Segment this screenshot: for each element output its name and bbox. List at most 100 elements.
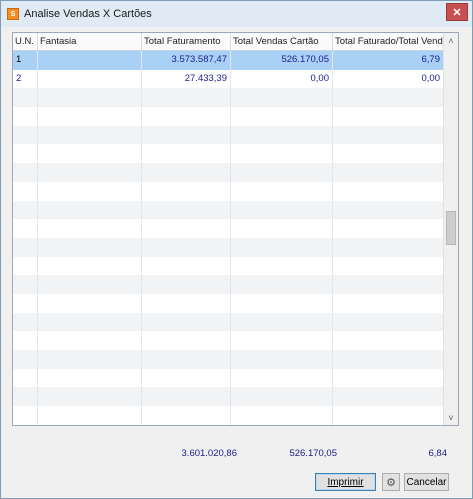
- empty-row: [13, 200, 444, 220]
- empty-row: [13, 368, 444, 388]
- cell-fantasia[interactable]: [38, 51, 142, 70]
- empty-cell: [38, 107, 142, 126]
- settings-button[interactable]: ⚙: [382, 473, 400, 491]
- empty-cell: [231, 256, 333, 276]
- empty-row: [13, 88, 444, 108]
- empty-cell: [13, 275, 38, 294]
- column-header-total-vendas-cartao[interactable]: Total Vendas Cartão: [231, 33, 333, 51]
- empty-cell: [38, 88, 142, 108]
- empty-cell: [142, 387, 231, 407]
- empty-cell: [13, 144, 38, 164]
- empty-row: [13, 107, 444, 126]
- empty-cell: [13, 219, 38, 238]
- table-row[interactable]: 1 3.573.587,47 526.170,05 6,79: [13, 51, 444, 70]
- empty-cell: [231, 88, 333, 108]
- cell-un[interactable]: 1: [13, 51, 38, 70]
- empty-cell: [231, 293, 333, 313]
- column-header-total-faturamento[interactable]: Total Faturamento: [142, 33, 231, 51]
- grid-body: 1 3.573.587,47 526.170,05 6,79 2 27.433,…: [13, 51, 444, 425]
- empty-cell: [142, 293, 231, 313]
- column-header-ratio[interactable]: Total Faturado/Total Vendas: [333, 33, 444, 51]
- cell-un[interactable]: 2: [13, 69, 38, 89]
- empty-cell: [333, 88, 444, 108]
- empty-cell: [231, 312, 333, 332]
- empty-cell: [333, 200, 444, 220]
- empty-cell: [142, 88, 231, 108]
- empty-cell: [13, 200, 38, 220]
- empty-cell: [333, 275, 444, 294]
- vertical-scrollbar[interactable]: ˄ ˅: [443, 33, 458, 425]
- empty-cell: [38, 219, 142, 238]
- empty-row: [13, 163, 444, 182]
- sales-grid: U.N. Fantasia Total Faturamento Total Ve…: [12, 32, 459, 426]
- empty-cell: [231, 144, 333, 164]
- empty-row: [13, 387, 444, 407]
- print-button[interactable]: Imprimir: [315, 473, 376, 491]
- empty-cell: [38, 125, 142, 145]
- empty-cell: [13, 237, 38, 257]
- empty-cell: [38, 275, 142, 294]
- empty-cell: [142, 163, 231, 182]
- empty-cell: [38, 163, 142, 182]
- empty-row: [13, 181, 444, 201]
- empty-cell: [13, 293, 38, 313]
- empty-cell: [13, 406, 38, 425]
- empty-cell: [333, 219, 444, 238]
- scroll-thumb[interactable]: [446, 211, 456, 245]
- empty-cell: [333, 368, 444, 388]
- empty-cell: [142, 368, 231, 388]
- empty-cell: [38, 293, 142, 313]
- empty-cell: [333, 331, 444, 350]
- empty-cell: [333, 125, 444, 145]
- gear-icon: ⚙: [386, 476, 396, 489]
- cancel-button[interactable]: Cancelar: [404, 473, 449, 491]
- cell-total-faturamento[interactable]: 3.573.587,47: [142, 51, 231, 70]
- table-row[interactable]: 2 27.433,39 0,00 0,00: [13, 69, 444, 89]
- empty-cell: [13, 107, 38, 126]
- empty-cell: [333, 163, 444, 182]
- empty-cell: [13, 350, 38, 369]
- cell-ratio[interactable]: 6,79: [333, 51, 444, 70]
- column-header-fantasia[interactable]: Fantasia: [38, 33, 142, 51]
- app-logo-icon: S: [7, 8, 19, 20]
- empty-cell: [333, 312, 444, 332]
- cell-fantasia[interactable]: [38, 69, 142, 89]
- empty-cell: [38, 368, 142, 388]
- empty-row: [13, 406, 444, 425]
- empty-row: [13, 125, 444, 145]
- empty-cell: [13, 163, 38, 182]
- empty-row: [13, 312, 444, 332]
- empty-cell: [231, 368, 333, 388]
- empty-cell: [142, 181, 231, 201]
- empty-cell: [231, 125, 333, 145]
- total-faturamento: 3.601.020,86: [181, 448, 237, 459]
- empty-cell: [231, 331, 333, 350]
- cell-total-vendas-cartao[interactable]: 0,00: [231, 69, 333, 89]
- cell-ratio[interactable]: 0,00: [333, 69, 444, 89]
- empty-cell: [38, 200, 142, 220]
- scroll-down-icon[interactable]: ˅: [444, 410, 458, 425]
- empty-cell: [231, 350, 333, 369]
- cell-total-faturamento[interactable]: 27.433,39: [142, 69, 231, 89]
- empty-cell: [38, 312, 142, 332]
- cell-total-vendas-cartao[interactable]: 526.170,05: [231, 51, 333, 70]
- empty-cell: [13, 256, 38, 276]
- empty-cell: [142, 406, 231, 425]
- close-button[interactable]: ✕: [446, 3, 468, 21]
- empty-row: [13, 256, 444, 276]
- empty-cell: [142, 237, 231, 257]
- empty-cell: [231, 406, 333, 425]
- empty-row: [13, 144, 444, 164]
- empty-cell: [13, 387, 38, 407]
- total-vendas-cartao: 526.170,05: [289, 448, 337, 459]
- empty-cell: [38, 181, 142, 201]
- empty-cell: [333, 293, 444, 313]
- empty-cell: [231, 181, 333, 201]
- scroll-up-icon[interactable]: ˄: [444, 33, 458, 48]
- empty-cell: [231, 163, 333, 182]
- total-ratio: 6,84: [428, 448, 448, 459]
- column-header-un[interactable]: U.N.: [13, 33, 38, 51]
- empty-cell: [333, 406, 444, 425]
- empty-cell: [231, 275, 333, 294]
- empty-cell: [38, 387, 142, 407]
